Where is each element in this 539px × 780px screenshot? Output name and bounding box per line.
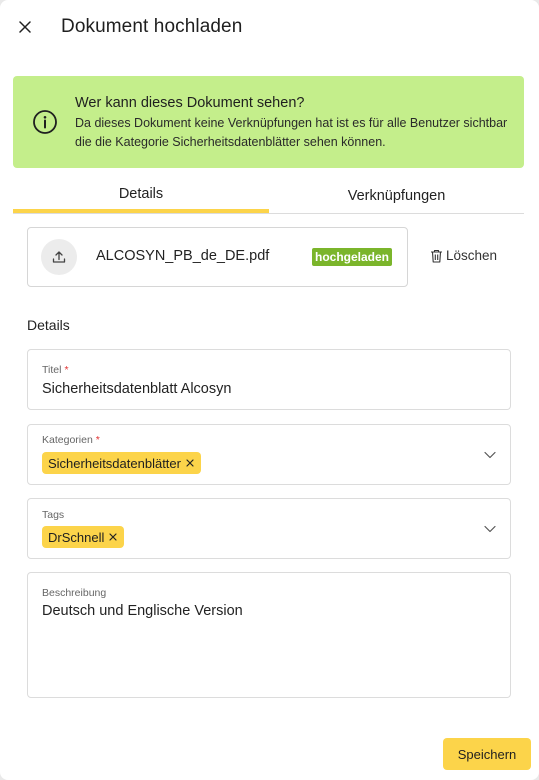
title-value: Sicherheitsdatenblatt Alcosyn (42, 381, 232, 397)
title-field[interactable]: Titel * Sicherheitsdatenblatt Alcosyn (27, 349, 511, 410)
chevron-down-icon[interactable] (484, 525, 496, 533)
title-label: Titel * (42, 364, 69, 376)
info-icon (33, 110, 57, 134)
tag-chip: DrSchnell (42, 526, 125, 548)
active-tab-indicator (13, 209, 269, 213)
remove-chip-button[interactable] (185, 458, 195, 468)
delete-button[interactable]: Löschen (430, 248, 497, 263)
description-field[interactable]: Beschreibung Deutsch und Englische Versi… (27, 572, 511, 698)
close-icon (19, 21, 31, 33)
required-marker: * (95, 434, 100, 446)
tags-label: Tags (42, 509, 65, 521)
tag-chip-label: DrSchnell (48, 529, 105, 545)
description-value: Deutsch und Englische Version (42, 603, 243, 619)
info-text: Da dieses Dokument keine Verknüpfungen h… (75, 116, 508, 149)
status-badge: hochgeladen (312, 248, 393, 266)
close-icon (186, 459, 194, 467)
save-button[interactable]: Speichern (443, 738, 531, 770)
categories-field[interactable]: Kategorien * Sicherheitsdatenblätter (27, 424, 511, 485)
close-button[interactable] (14, 16, 36, 38)
section-title: Details (27, 317, 70, 333)
file-name: ALCOSYN_PB_de_DE.pdf (96, 248, 270, 264)
upload-icon (52, 251, 66, 263)
category-chip: Sicherheitsdatenblätter (42, 452, 201, 474)
file-card: ALCOSYN_PB_de_DE.pdf hochgeladen (27, 227, 408, 287)
category-chip-label: Sicherheitsdatenblätter (48, 455, 181, 471)
tab-verknuepfungen[interactable]: Verknüpfungen (269, 180, 524, 213)
close-icon (109, 533, 117, 541)
upload-dialog: Dokument hochladen Wer kann dieses Dokum… (0, 0, 539, 780)
tab-bar: Details Verknüpfungen (13, 180, 524, 214)
required-marker: * (64, 364, 69, 376)
chevron-down-icon[interactable] (484, 451, 496, 459)
info-heading: Wer kann dieses Dokument sehen? (75, 95, 305, 111)
categories-label: Kategorien * (42, 434, 100, 446)
dialog-title: Dokument hochladen (61, 16, 243, 37)
description-label: Beschreibung (42, 587, 107, 599)
info-banner: Wer kann dieses Dokument sehen? Da diese… (13, 76, 524, 168)
tags-field[interactable]: Tags DrSchnell (27, 498, 511, 559)
upload-button[interactable] (41, 239, 77, 275)
trash-icon (431, 249, 442, 263)
delete-label: Löschen (446, 248, 498, 263)
remove-chip-button[interactable] (108, 532, 118, 542)
